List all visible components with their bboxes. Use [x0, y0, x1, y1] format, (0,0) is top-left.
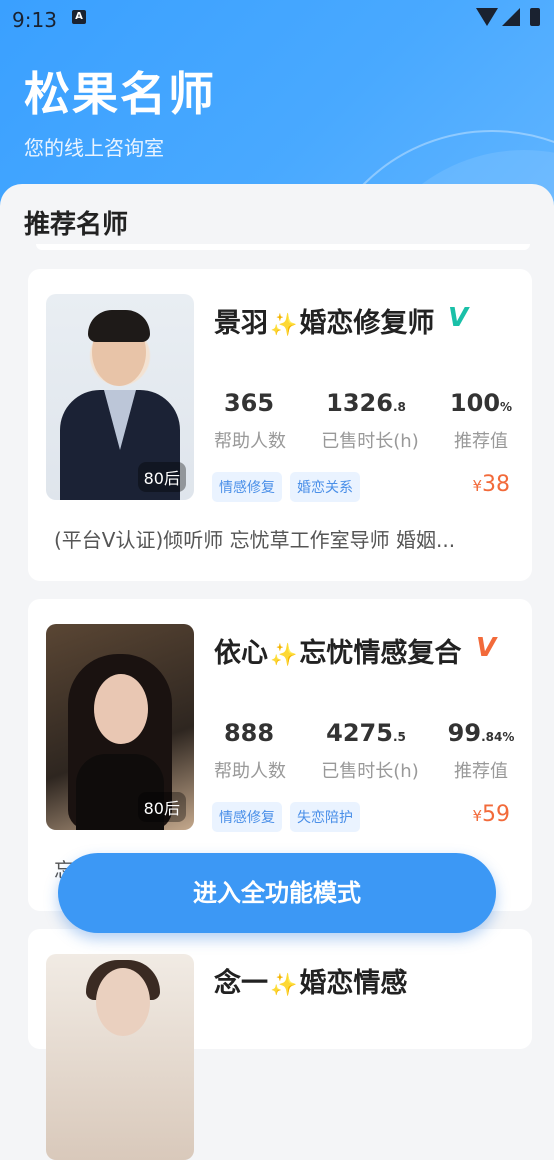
stat-rec-label: 推荐值	[454, 761, 508, 782]
wifi-icon	[476, 8, 498, 26]
status-time: 9:13	[12, 8, 57, 32]
enter-full-mode-button[interactable]: 进入全功能模式	[58, 853, 496, 933]
verified-icon: V	[476, 633, 497, 663]
teacher-name: 景羽✨婚恋修复师	[214, 308, 435, 339]
stat-hours-value: 4275.5	[326, 719, 406, 747]
cell-signal-icon	[502, 8, 520, 26]
tag-chip: 婚恋关系	[290, 472, 360, 502]
tag-chip: 情感修复	[212, 802, 282, 832]
stat-hours-label: 已售时长(h)	[321, 431, 419, 452]
teacher-name: 念一✨婚恋情感	[214, 968, 408, 999]
app-subtitle: 您的线上咨询室	[24, 136, 164, 160]
stat-rec-value: 100%	[449, 389, 513, 417]
teacher-name: 依心✨忘忧情感复合	[214, 638, 462, 669]
teacher-card[interactable]: 念一✨婚恋情感	[28, 929, 532, 1160]
age-badge: 80后	[137, 462, 186, 492]
section-divider	[36, 244, 530, 250]
verified-icon: V	[448, 303, 469, 333]
stat-rec-label: 推荐值	[454, 431, 508, 452]
age-badge: 80后	[137, 792, 186, 822]
stat-helped-value: 365	[223, 389, 275, 417]
tag-chip: 失恋陪护	[290, 802, 360, 832]
sparkle-icon: ✨	[270, 973, 298, 998]
price: ¥38	[472, 472, 510, 497]
teacher-photo[interactable]: 80后	[46, 624, 194, 830]
notification-icon: A	[72, 10, 86, 24]
sparkle-icon: ✨	[270, 313, 298, 338]
sparkle-icon: ✨	[270, 643, 298, 668]
teacher-photo[interactable]: 80后	[46, 294, 194, 500]
app-title: 松果名师	[24, 67, 216, 121]
battery-icon	[530, 8, 540, 26]
price: ¥59	[472, 802, 510, 827]
stat-rec-value: 99.84%	[447, 719, 515, 747]
stat-hours-label: 已售时长(h)	[321, 761, 419, 782]
section-title: 推荐名师	[24, 210, 129, 240]
stat-helped-label: 帮助人数	[214, 761, 286, 782]
status-bar: 9:13 A	[0, 0, 554, 36]
teacher-card[interactable]: 80后 景羽✨婚恋修复师 V 365 帮助人数 1326.8 已售时长(h) 1…	[28, 269, 532, 581]
stat-helped-label: 帮助人数	[214, 431, 286, 452]
stat-hours-value: 1326.8	[326, 389, 406, 417]
stat-helped-value: 888	[223, 719, 275, 747]
teacher-description: (平台V认证)倾听师 忘忧草工作室导师 婚姻...	[54, 528, 456, 552]
tag-chip: 情感修复	[212, 472, 282, 502]
